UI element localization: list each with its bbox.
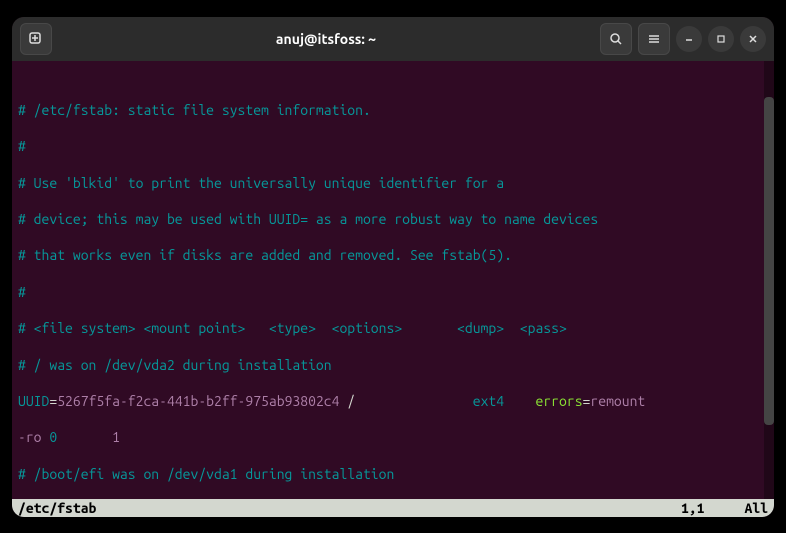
comment-line: # <file system> <mount point> <type> <op… xyxy=(18,320,567,336)
status-scroll: All xyxy=(744,500,768,516)
fstab-entry-root: UUID=5267f5fa-f2ca-441b-b2ff-975ab93802c… xyxy=(18,392,768,410)
comment-line: # device; this may be used with UUID= as… xyxy=(18,211,598,227)
comment-line: # xyxy=(18,138,26,154)
scrollbar[interactable] xyxy=(764,61,774,499)
terminal-content[interactable]: # /etc/fstab: static file system informa… xyxy=(12,61,774,499)
comment-line: # / was on /dev/vda2 during installation xyxy=(18,357,332,373)
minimize-icon xyxy=(684,34,694,44)
comment-line: # Use 'blkid' to print the universally u… xyxy=(18,175,504,191)
maximize-icon xyxy=(716,34,726,44)
new-tab-icon xyxy=(29,32,43,46)
menu-button[interactable] xyxy=(638,23,670,55)
terminal-window: anuj@itsfoss: ~ xyxy=(12,17,774,517)
new-tab-button[interactable] xyxy=(20,23,52,55)
minimize-button[interactable] xyxy=(676,26,702,52)
comment-line: # /boot/efi was on /dev/vda1 during inst… xyxy=(18,466,394,482)
close-button[interactable] xyxy=(740,26,766,52)
close-icon xyxy=(748,34,758,44)
comment-line: # xyxy=(18,284,26,300)
maximize-button[interactable] xyxy=(708,26,734,52)
comment-line: # that works even if disks are added and… xyxy=(18,247,512,263)
scrollbar-thumb[interactable] xyxy=(764,97,774,426)
status-filename: /etc/fstab xyxy=(18,500,681,516)
search-button[interactable] xyxy=(600,23,632,55)
window-title: anuj@itsfoss: ~ xyxy=(56,31,596,47)
fstab-entry-root-wrap: -ro 0 1 xyxy=(18,428,768,446)
comment-line: # /etc/fstab: static file system informa… xyxy=(18,102,371,118)
titlebar: anuj@itsfoss: ~ xyxy=(12,17,774,61)
hamburger-icon xyxy=(647,32,661,46)
vim-statusbar: /etc/fstab 1,1 All xyxy=(12,499,774,517)
search-icon xyxy=(609,32,623,46)
status-cursor-position: 1,1 xyxy=(681,500,705,516)
